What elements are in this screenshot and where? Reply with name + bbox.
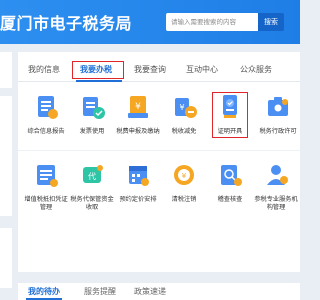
site-title: 厦门市电子税务局 [0,14,133,33]
tab-my-info[interactable]: 我的信息 [28,64,60,75]
tab-service-reminder[interactable]: 服务提醒 [84,286,116,297]
active-tab-underline [76,80,122,82]
service-item[interactable]: 税务行政许可 [250,92,306,136]
report-icon [31,92,61,122]
tax-clearance-icon: ¥ [169,160,199,190]
tab-bar: 我的信息 我要办税 我要查询 互动中心 公众服务 [18,60,300,82]
sidebar-block[interactable] [0,228,12,288]
custody-fund-icon: 代 [77,160,107,190]
tab-my-todo[interactable]: 我的待办 [28,286,60,297]
tab-query[interactable]: 我要查询 [134,64,166,75]
pricing-arrangement-icon [123,160,153,190]
tax-reduction-icon: ¥ [169,92,199,122]
invoice-icon [77,92,107,122]
svg-text:¥: ¥ [179,103,184,112]
search-input[interactable]: 请输入需要搜索的内容 [166,13,258,31]
left-sidebar [0,52,12,292]
row-divider [18,150,300,151]
svg-text:¥: ¥ [182,172,187,180]
service-item[interactable]: 参税专业服务机 构管理 [248,160,304,212]
service-label: 税务行政许可 [259,128,297,135]
vat-deduction-icon [31,160,61,190]
service-agency-icon [261,160,291,190]
tab-interaction[interactable]: 互动中心 [186,64,218,75]
service-label: 参税专业服务机 [254,196,298,203]
service-label-line2: 收取 [85,204,99,211]
tab-public-service[interactable]: 公众服务 [240,64,272,75]
sidebar-block[interactable] [0,52,12,88]
svg-text:¥: ¥ [135,102,141,112]
inspection-icon [215,160,245,190]
search-button[interactable]: 搜索 [258,13,284,31]
highlight-box [72,61,124,79]
highlight-box [212,92,248,138]
service-label-line2: 构管理 [266,204,286,211]
sidebar-block[interactable] [0,96,12,216]
bottom-panel: 我的待办 服务提醒 政策速递 [18,283,300,300]
site-header: 厦门市电子税务局 请输入需要搜索的内容 搜索 [0,0,300,44]
tab-policy-express[interactable]: 政策速递 [134,286,166,297]
tax-payment-icon: ¥ [123,92,153,122]
svg-text:代: 代 [88,171,96,181]
admin-permit-icon [263,92,293,122]
main-panel: 我的信息 我要办税 我要查询 互动中心 公众服务 综合信息报告 发票使用 ¥ 税… [18,52,300,272]
